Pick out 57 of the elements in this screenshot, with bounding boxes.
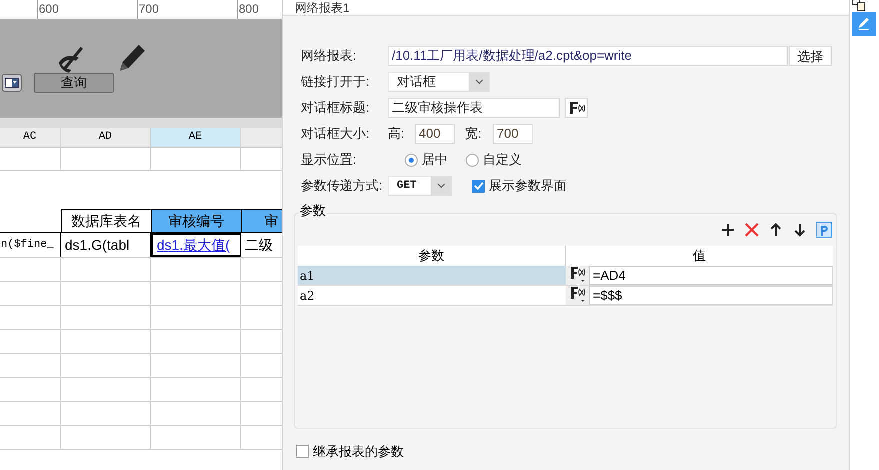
field-label: 对话框大小: [301,125,371,144]
input-field[interactable]: /10.11工厂用表/数据处理/a2.cpt&op=write [388,46,788,66]
radio-option[interactable]: 自定义 [466,150,522,170]
table-cell: ds1.G(tabl [61,233,151,257]
chevron-down-icon [436,183,446,189]
show-params-checkbox[interactable]: 展示参数界面 [472,176,567,196]
column-header[interactable]: AD [61,128,151,148]
table-cell: 数据库表名 [61,209,151,232]
method-dropdown[interactable]: GET [388,176,452,196]
open-in-dropdown[interactable]: 对话框 [388,72,490,92]
inherit-checkbox[interactable]: 继承报表的参数 [296,442,849,462]
input-field[interactable]: 700 [493,124,533,144]
value-field[interactable]: =AD4 [589,266,833,285]
ruler-label: 600 [39,2,60,16]
arrow-up-icon [768,222,784,238]
table-row[interactable]: a1 [298,266,566,285]
panel-title: 网络报表1 [295,0,350,14]
ruler-label: 800 [239,2,260,16]
arrow-down-icon [792,222,808,238]
delete-icon [744,222,760,238]
combo-icon [5,78,19,88]
formula-button[interactable] [566,286,589,305]
field-label: 链接打开于: [301,73,371,92]
field-label: 网络报表: [301,47,358,66]
value-field[interactable]: =$$$ [589,286,833,305]
field-label: 参数传递方式: [301,177,384,196]
table-row[interactable]: a2 [298,286,566,305]
column-header: 值 [692,247,707,266]
table-cell: 审 [241,209,282,232]
function-icon [568,266,586,283]
pencil-icon [856,16,872,32]
parameter-icon [819,224,829,236]
radio-option[interactable]: 居中 [405,150,448,170]
input-field[interactable]: 二级审核操作表 [388,98,560,118]
field-label: 显示位置: [301,151,358,170]
dropdown-widget[interactable] [2,74,22,92]
field-label: 对话框标题: [301,99,371,118]
field-label: 宽: [464,125,483,144]
add-icon [720,222,736,238]
function-icon [568,101,586,115]
input-field[interactable]: 400 [415,124,455,144]
table-cell: 审核编号 [151,209,241,232]
check-icon [474,182,484,190]
function-icon [568,286,586,303]
table-cell: ds1.最大值( [151,233,241,257]
field-label: 高: [388,125,406,144]
query-button[interactable]: 查询 [34,72,114,92]
group-label: 参数 [299,204,327,218]
formula-button[interactable] [566,266,589,285]
column-header[interactable]: AE [151,128,241,148]
table-cell: n($fine_ [0,233,61,257]
chevron-down-icon [474,79,484,85]
choose-button[interactable]: 选择 [789,46,832,66]
formula-button[interactable] [565,98,588,118]
column-header[interactable]: AC [0,128,61,148]
ruler-label: 700 [139,2,160,16]
edit-button[interactable] [852,12,876,36]
